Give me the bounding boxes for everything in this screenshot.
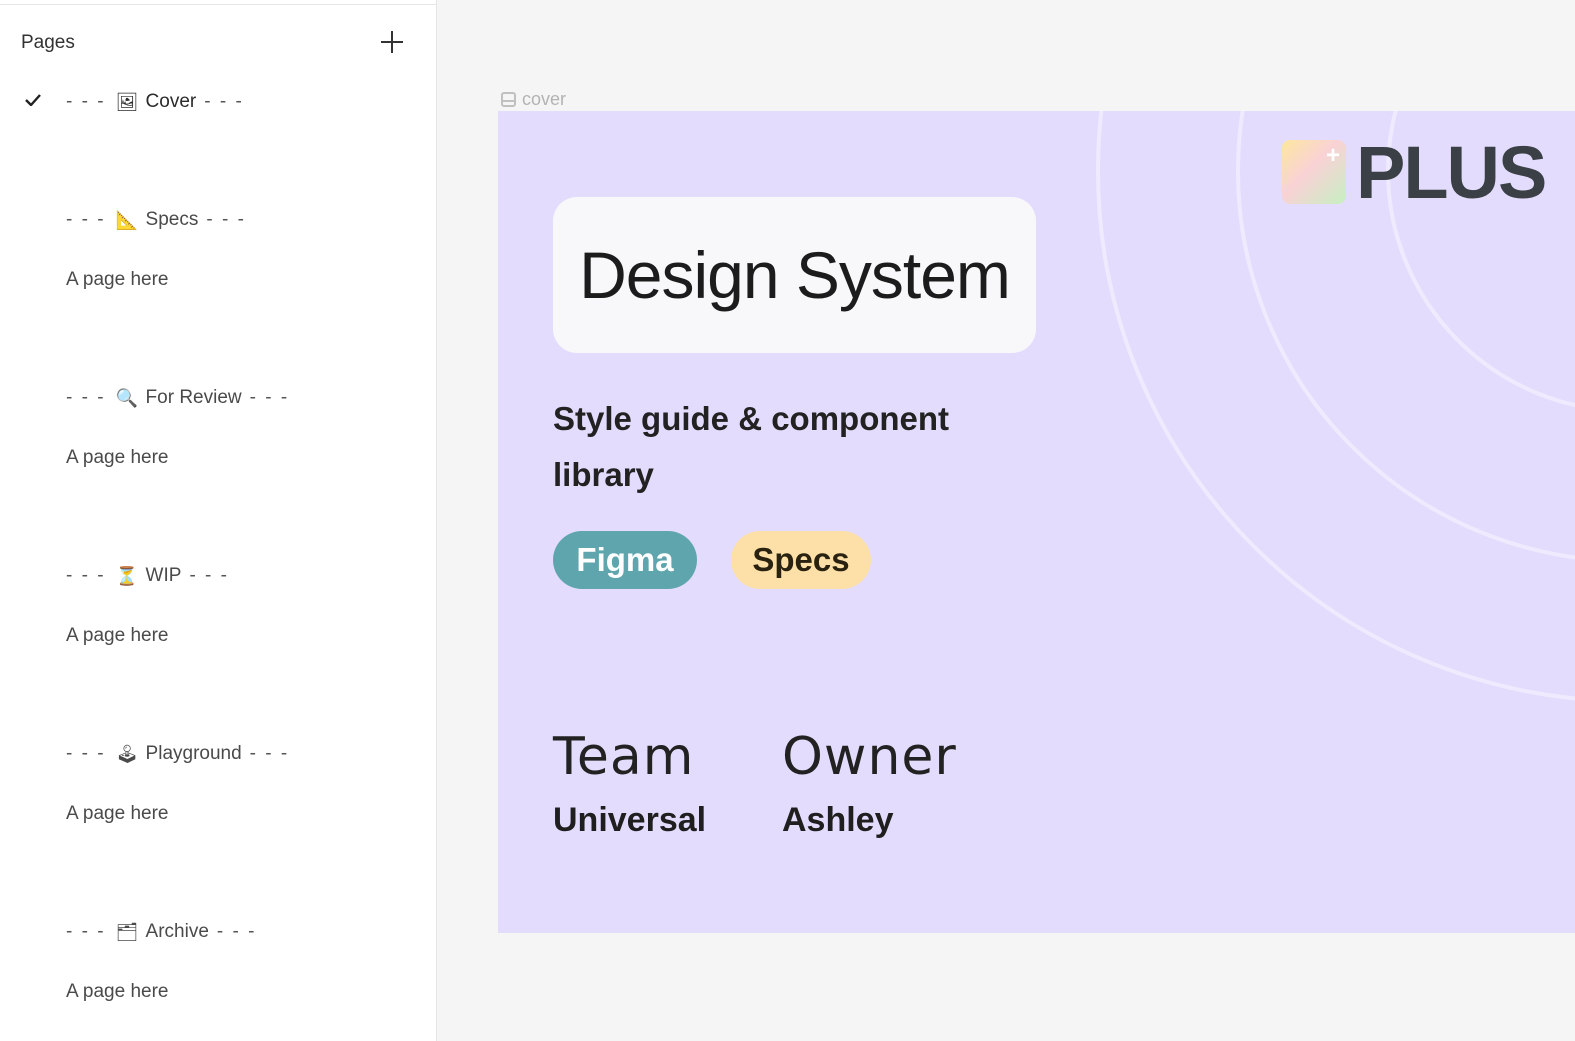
dash-suffix: - - - — [249, 387, 290, 408]
page-item-label: A page here — [66, 625, 169, 646]
picture-icon: 🖼 — [115, 91, 139, 113]
page-item-playground[interactable]: - - - 🕹 Playground - - - — [0, 734, 436, 774]
page-item-archive[interactable]: - - - 🗂 Archive - - - — [0, 912, 436, 952]
dash-suffix: - - - — [249, 743, 290, 764]
add-page-button[interactable] — [374, 24, 410, 60]
pages-sidebar: Pages - - - 🖼 Cover - - - - - - 📐 Specs … — [0, 0, 437, 1041]
magnifier-icon: 🔍 — [115, 387, 138, 409]
page-item[interactable]: A page here — [0, 438, 436, 478]
title-card: Design System — [553, 197, 1036, 353]
dash-suffix: - - - — [216, 921, 257, 942]
joystick-icon: 🕹 — [115, 743, 139, 765]
page-item[interactable]: A page here — [0, 260, 436, 300]
dash-suffix: - - - — [206, 209, 246, 230]
page-item-specs[interactable]: - - - 📐 Specs - - - — [0, 200, 436, 240]
page-item-label: Cover — [145, 91, 197, 112]
page-item-for-review[interactable]: - - - 🔍 For Review - - - — [0, 378, 436, 418]
tag-specs: Specs — [731, 531, 871, 589]
page-item-cover[interactable]: - - - 🖼 Cover - - - — [0, 82, 436, 122]
dash-prefix: - - - — [66, 743, 106, 764]
pages-title: Pages — [21, 32, 75, 53]
owner-label: Owner — [782, 727, 957, 787]
check-icon — [25, 94, 41, 106]
page-item[interactable]: A page here — [0, 794, 436, 834]
page-item-label: A page here — [66, 981, 169, 1002]
dash-prefix: - - - — [66, 91, 106, 112]
cover-subtitle: Style guide & component library — [553, 400, 950, 493]
frame-label[interactable]: cover — [501, 89, 566, 110]
folder-icon: 🗂 — [115, 921, 139, 943]
ruler-icon: 📐 — [115, 209, 138, 231]
frame-name: cover — [522, 89, 567, 109]
tag-figma: Figma — [553, 531, 697, 589]
logo-plus-symbol: + — [1325, 142, 1340, 169]
dash-suffix: - - - — [189, 565, 229, 586]
logo-mark-icon: + — [1282, 140, 1346, 204]
hourglass-icon: ⏳ — [115, 565, 138, 587]
owner-value: Ashley — [782, 801, 894, 839]
plus-icon — [381, 31, 403, 53]
canvas[interactable]: cover Design System Style guide & compon… — [438, 0, 1575, 1041]
page-item-label: For Review — [145, 387, 242, 408]
logo-text: PLUS — [1356, 130, 1547, 214]
page-item-label: Playground — [145, 743, 242, 764]
page-item-label: Archive — [145, 921, 209, 942]
page-item-label: A page here — [66, 269, 169, 290]
dash-suffix: - - - — [204, 91, 244, 112]
dash-prefix: - - - — [66, 209, 106, 230]
dash-prefix: - - - — [66, 921, 106, 942]
page-item-label: Specs — [145, 209, 199, 230]
team-value: Universal — [553, 801, 707, 839]
cover-frame[interactable]: Design System Style guide & component li… — [498, 111, 1575, 933]
dash-prefix: - - - — [66, 387, 106, 408]
page-item-wip[interactable]: - - - ⏳ WIP - - - — [0, 556, 436, 596]
page-item[interactable]: A page here — [0, 972, 436, 1012]
page-item-label: A page here — [66, 803, 169, 824]
pages-header: Pages — [0, 22, 436, 62]
divider — [0, 4, 436, 5]
team-label: Team — [553, 727, 695, 787]
page-item-label: A page here — [66, 447, 169, 468]
plus-logo: + PLUS — [1282, 131, 1547, 214]
page-item[interactable]: A page here — [0, 616, 436, 656]
page-item-label: WIP — [145, 565, 182, 586]
frame-icon — [501, 92, 516, 107]
cover-title: Design System — [579, 238, 1011, 312]
dash-prefix: - - - — [66, 565, 106, 586]
